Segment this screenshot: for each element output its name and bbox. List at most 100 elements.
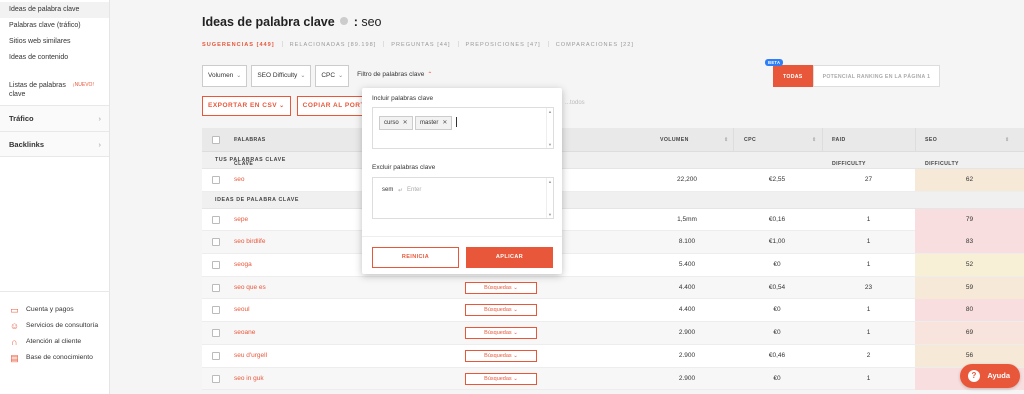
cpc-cell: €1,00 — [768, 238, 786, 246]
keyword-cell[interactable]: seo — [234, 169, 244, 191]
keyword-cell[interactable]: seu d'urgell — [234, 345, 267, 367]
table-row: seoga 5.400 €0 1 52 — [202, 254, 1024, 277]
volume-cell: 4.400 — [678, 283, 696, 291]
sidebar-base[interactable]: ▤ Base de conocimiento — [0, 350, 110, 366]
cuenta-label: Cuenta y pagos — [26, 306, 74, 313]
keyword-filter-popup: Incluir palabras clave curso ✕ master ✕ ▲ ▼… — [362, 88, 562, 274]
close-icon[interactable]: ✕ — [442, 120, 447, 126]
row-checkbox[interactable] — [212, 215, 220, 224]
seo-difficulty-filter[interactable]: SEO Difficulty ⌄ — [251, 65, 312, 87]
row-checkbox[interactable] — [212, 351, 220, 360]
cpc-cell: €0,16 — [768, 215, 786, 223]
apply-button[interactable]: APLICAR — [466, 247, 553, 268]
paid-difficulty-cell: 23 — [864, 283, 873, 291]
row-checkbox[interactable] — [212, 283, 220, 292]
scrollbar[interactable]: ▲ ▼ — [546, 178, 553, 218]
busquedas-dropdown[interactable]: Búsquedas ⌄ — [465, 304, 537, 317]
sidebar: Ideas de palabra clave Palabras clave (t… — [0, 0, 110, 394]
sidebar-servicios[interactable]: ☺ Servicios de consultoría — [0, 318, 110, 334]
yours-rows: seo 22,200 €2,55 27 62 — [202, 169, 1024, 192]
sidebar-section-backlinks[interactable]: Backlinks › — [0, 131, 109, 157]
export-label: EXPORTAR EN CSV — [208, 102, 278, 109]
scrollbar[interactable]: ▲ ▼ — [546, 108, 553, 148]
row-checkbox[interactable] — [212, 238, 220, 247]
keywords-table: PALABRAS CLAVE ⇕ VOLUMEN ⇕ CPC ⇕ PAID DI… — [202, 128, 1024, 391]
scroll-up-icon: ▲ — [548, 109, 552, 114]
title-text: Ideas de palabra clave — [202, 15, 335, 29]
busquedas-dropdown[interactable]: Búsquedas ⌄ — [465, 327, 537, 340]
keyword-cell[interactable]: seoul — [234, 299, 250, 321]
tab-preguntas[interactable]: PREGUNTAS [44] — [391, 42, 450, 48]
scroll-down-icon: ▼ — [548, 142, 552, 147]
help-circle-icon[interactable] — [340, 17, 349, 25]
paid-difficulty-cell: 1 — [866, 238, 871, 246]
volume-cell: 4.400 — [678, 306, 696, 314]
sidebar-item-contenido[interactable]: Ideas de contenido — [0, 50, 109, 66]
help-button[interactable]: ? Ayuda — [960, 364, 1020, 388]
row-checkbox[interactable] — [212, 176, 220, 184]
chevron-up-icon: ⌃ — [427, 72, 433, 78]
sidebar-atencion[interactable]: ∩ Atención al cliente — [0, 334, 110, 350]
include-keywords-input[interactable]: curso ✕ master ✕ ▲ ▼ — [372, 107, 554, 149]
volume-cell: 2.900 — [678, 374, 696, 382]
volumen-filter[interactable]: Volumen ⌄ — [202, 65, 248, 87]
ideas-rows: sepe 1,5mm €0,16 1 79 seo birdlife 8.100 €1,00 1… — [202, 208, 1024, 391]
busquedas-dropdown[interactable]: Búsquedas ⌄ — [465, 281, 537, 294]
exclude-keywords-input[interactable]: sem ↵ Enter ▲ ▼ — [372, 177, 554, 219]
cpc-cell: €0 — [773, 306, 781, 314]
reset-button[interactable]: REINICIA — [372, 247, 459, 268]
header-cpc-label: CPC — [744, 137, 757, 143]
keyword-filter-toggle[interactable]: Filtro de palabras clave ⌃ — [353, 65, 437, 87]
question-icon: ? — [968, 370, 980, 382]
sidebar-cuenta[interactable]: ▭ Cuenta y pagos — [0, 302, 110, 318]
volume-cell: 5.400 — [678, 261, 696, 269]
sidebar-item-trafico-keywords[interactable]: Palabras clave (tráfico) — [0, 18, 109, 34]
busquedas-dropdown[interactable]: Búsquedas ⌄ — [465, 349, 537, 362]
tab-relacionadas[interactable]: RELACIONADAS [89.198] — [290, 42, 377, 48]
table-header: PALABRAS CLAVE ⇕ VOLUMEN ⇕ CPC ⇕ PAID DI… — [202, 128, 1024, 167]
volume-cell: 8.100 — [678, 238, 696, 246]
enter-hint: Enter — [407, 187, 422, 193]
row-checkbox[interactable] — [212, 374, 220, 383]
include-label: Incluir palabras clave — [372, 95, 434, 102]
export-csv-button[interactable]: EXPORTAR EN CSV ⌄ — [202, 96, 291, 116]
cpc-cell: €0 — [773, 329, 781, 337]
page-title: Ideas de palabra clave : seo — [202, 15, 382, 29]
tab-preposiciones[interactable]: PREPOSICIONES [47] — [466, 42, 541, 48]
todas-button[interactable]: TODAS — [773, 65, 813, 87]
group-tus-palabras: TUS PALABRAS CLAVE — [202, 152, 1024, 169]
row-checkbox[interactable] — [212, 306, 220, 315]
keyword-cell[interactable]: seo birdlife — [234, 231, 265, 253]
keyword-cell[interactable]: seo in guk — [234, 368, 264, 390]
potencial-ranking-button[interactable]: POTENCIAL RANKING EN LA PÁGINA 1 — [812, 65, 941, 87]
cpc-label: CPC — [321, 72, 336, 79]
row-checkbox[interactable] — [212, 261, 220, 270]
chevron-down-icon: ⌄ — [300, 73, 306, 79]
volume-cell: 2.900 — [678, 351, 696, 359]
keyword-cell[interactable]: seo que es — [234, 277, 266, 299]
table-row: seo in gukBúsquedas ⌄2.900€0187 — [202, 367, 1024, 391]
sidebar-item-sitios[interactable]: Sitios web similares — [0, 34, 109, 50]
keyword-cell[interactable]: seoane — [234, 322, 255, 344]
sort-icon: ⇕ — [724, 137, 729, 143]
sidebar-item-ideas[interactable]: Ideas de palabra clave — [0, 2, 109, 18]
paid-difficulty-cell: 2 — [866, 351, 871, 359]
close-icon[interactable]: ✕ — [403, 120, 408, 126]
keyword-cell[interactable]: seoga — [234, 254, 252, 276]
sidebar-item-listas[interactable]: Listas de palabras clave ¡NUEVO! — [0, 81, 109, 99]
sort-icon: ⇕ — [832, 137, 837, 143]
chevron-down-icon: ⌄ — [236, 73, 242, 79]
sidebar-section-trafico[interactable]: Tráfico › — [0, 105, 109, 131]
filter-bar: Volumen ⌄ SEO Difficulty ⌄ CPC ⌄ Filtro de … — [202, 65, 437, 87]
busquedas-dropdown[interactable]: Búsquedas ⌄ — [465, 372, 537, 385]
copy-clipboard-button[interactable]: COPIAR AL PORTAPAPELES — [296, 96, 371, 116]
row-checkbox[interactable] — [212, 329, 220, 338]
tab-sugerencias[interactable]: SUGERENCIAS [449] — [202, 42, 275, 48]
tab-comparaciones[interactable]: COMPARACIONES [22] — [556, 42, 634, 48]
cpc-cell: €2,55 — [768, 176, 786, 183]
cpc-filter[interactable]: CPC ⌄ — [315, 65, 350, 87]
tab-separator — [547, 41, 549, 47]
select-all-checkbox[interactable] — [212, 136, 220, 144]
paid-difficulty-cell: 1 — [866, 215, 871, 223]
keyword-cell[interactable]: sepe — [234, 209, 248, 231]
